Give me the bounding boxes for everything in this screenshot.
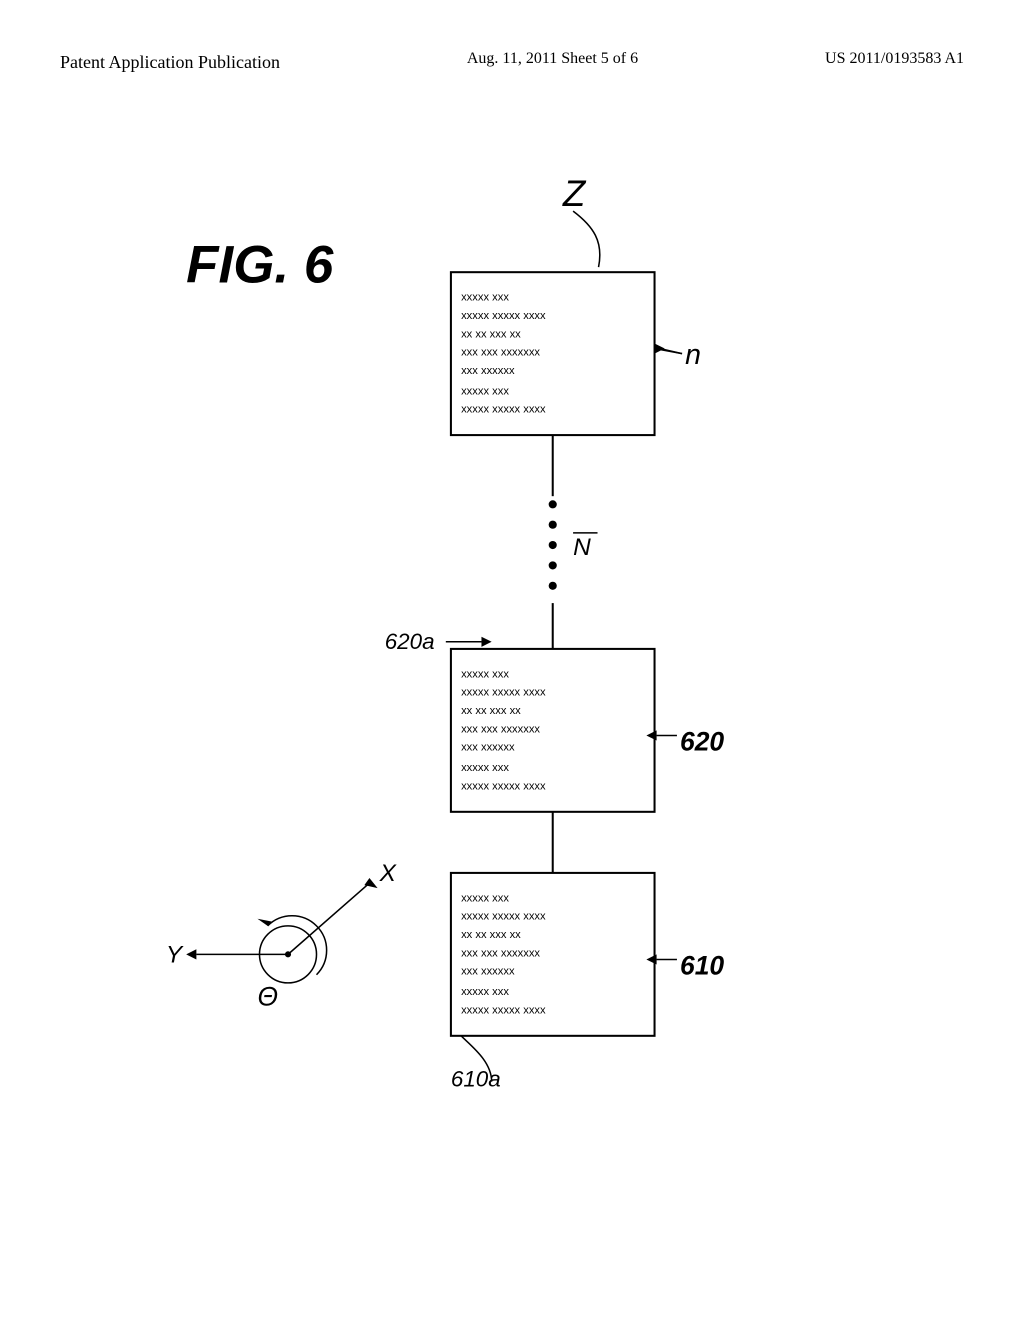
n-arrowhead: [655, 343, 665, 353]
top-box-text-6: xxxxx xxx: [461, 385, 509, 397]
y-axis-arrow: [186, 949, 196, 959]
patent-number: US 2011/0193583 A1: [825, 50, 964, 68]
page-header: Patent Application Publication Aug. 11, …: [0, 50, 1024, 75]
figure-svg: FIG. 6 Z xxxxx xxx xxxxx xxxxx xxxx xx x…: [50, 150, 974, 1270]
z-arrow: [573, 211, 600, 267]
label-N-subscript: N: [573, 534, 591, 561]
label-theta: Θ: [257, 981, 278, 1011]
x-axis-line: [288, 883, 369, 954]
figure-label: FIG. 6: [186, 235, 334, 294]
top-box-text-4: xxx xxx xxxxxxx: [461, 347, 540, 359]
bot-box-text-2: xxxxx xxxxx xxxx: [461, 911, 546, 923]
mid-box-text-2: xxxxx xxxxx xxxx: [461, 687, 546, 699]
top-box-text-3: xx xx xxx xx: [461, 328, 521, 340]
dot-5: [549, 582, 557, 590]
bot-box-text-7: xxxxx xxxxx xxxx: [461, 1004, 546, 1016]
top-box-text-7: xxxxx xxxxx xxxx: [461, 404, 546, 416]
dot-2: [549, 521, 557, 529]
bot-box-text-6: xxxxx xxx: [461, 986, 509, 998]
mid-box-text-3: xx xx xxx xx: [461, 705, 521, 717]
mid-box-text-6: xxxxx xxx: [461, 762, 509, 774]
theta-arc-arrow: [257, 919, 272, 926]
sheet-info: Aug. 11, 2011 Sheet 5 of 6: [467, 50, 638, 68]
bot-box-text-3: xx xx xxx xx: [461, 929, 521, 941]
mid-box-text-7: xxxxx xxxxx xxxx: [461, 780, 546, 792]
label-620: 620: [680, 727, 724, 757]
top-box-text-1: xxxxx xxx: [461, 292, 509, 304]
mid-box-text-4: xxx xxx xxxxxxx: [461, 723, 540, 735]
label-y: Y: [166, 942, 184, 969]
diagram-area: FIG. 6 Z xxxxx xxx xxxxx xxxxx xxxx xx x…: [50, 150, 974, 1270]
label-610: 610: [680, 951, 724, 981]
label-z: Z: [562, 173, 587, 214]
dot-3: [549, 541, 557, 549]
top-box-text-5: xxx xxxxxx: [461, 365, 515, 377]
bot-box-text-5: xxx xxxxxx: [461, 966, 515, 978]
dot-4: [549, 561, 557, 569]
label-620a: 620a: [385, 629, 435, 654]
label-610a: 610a: [451, 1067, 501, 1092]
label-n: n: [685, 339, 701, 371]
620a-arrowhead: [481, 637, 491, 647]
bot-box-text-4: xxx xxx xxxxxxx: [461, 947, 540, 959]
mid-box-text-1: xxxxx xxx: [461, 668, 509, 680]
top-box-text-2: xxxxx xxxxx xxxx: [461, 310, 546, 322]
dot-1: [549, 500, 557, 508]
publication-title: Patent Application Publication: [60, 50, 280, 75]
label-x: X: [379, 860, 398, 887]
mid-box-text-5: xxx xxxxxx: [461, 742, 515, 754]
bot-box-text-1: xxxxx xxx: [461, 892, 509, 904]
